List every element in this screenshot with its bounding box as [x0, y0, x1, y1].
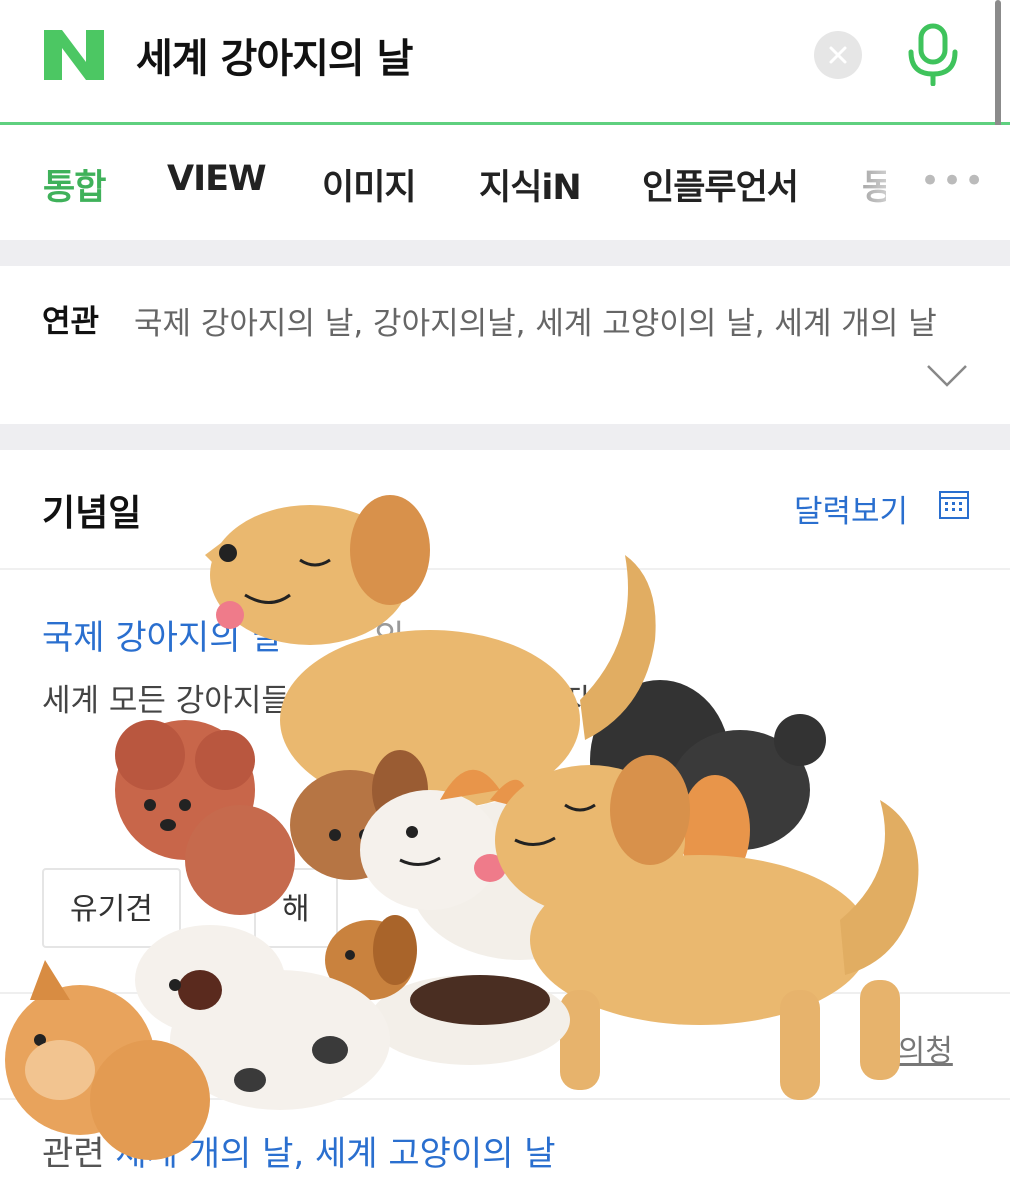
tab-knowledge-in[interactable]: 지식iN: [479, 159, 582, 210]
search-tabs: 통합 VIEW 이미지 지식iN 인플루언서 동 •••: [0, 125, 1010, 240]
close-icon: [829, 46, 847, 64]
tab-integrated[interactable]: 통합: [43, 159, 106, 210]
tab-view[interactable]: VIEW: [167, 159, 267, 199]
search-bar: 세계 강아지의 날: [0, 0, 1010, 122]
section-gap: [0, 240, 1010, 266]
tab-influencer[interactable]: 인플루언서: [642, 159, 799, 210]
more-tabs-icon[interactable]: •••: [920, 161, 986, 201]
section-gap: [0, 424, 1010, 450]
related-keywords[interactable]: 국제 강아지의 날, 강아지의날, 세계 고양이의 날, 세계 개의 날: [42, 294, 977, 354]
naver-logo[interactable]: [40, 26, 108, 84]
clear-search-button[interactable]: [814, 31, 862, 79]
golden-retriever-large: [205, 495, 656, 810]
chevron-down-icon[interactable]: [926, 364, 968, 388]
search-input[interactable]: 세계 강아지의 날: [136, 26, 413, 84]
tab-images[interactable]: 이미지: [322, 159, 417, 210]
related-label: 연관: [42, 304, 100, 340]
microphone-icon[interactable]: [904, 22, 962, 86]
dog-parade-illustration: [5, 495, 919, 1160]
related-searches: 국제 강아지의 날, 강아지의날, 세계 고양이의 날, 세계 개의 날 연관: [0, 266, 1010, 424]
toy-poodle: [115, 720, 295, 915]
tab-fade: [840, 125, 920, 240]
